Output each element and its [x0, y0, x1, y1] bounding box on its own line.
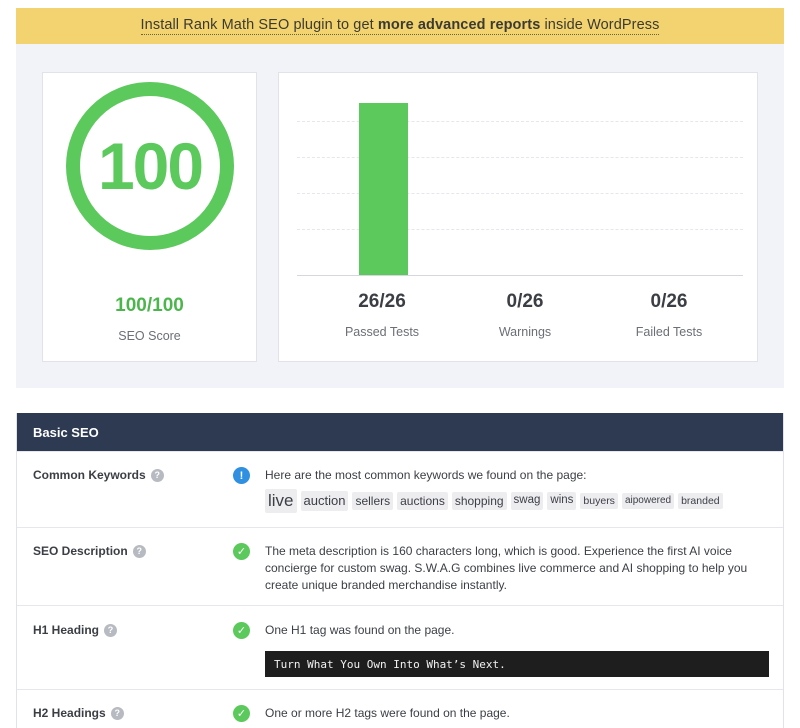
warnings-label: Warnings [498, 325, 552, 339]
row-label-text: H1 Heading [33, 623, 100, 637]
info-icon: ! [233, 467, 250, 484]
chart-baseline [297, 275, 743, 276]
check-icon: ✓ [233, 705, 250, 722]
help-icon[interactable]: ? [150, 468, 164, 482]
passed-tests-value: 26/26 [358, 291, 406, 312]
check-icon: ✓ [233, 543, 250, 560]
row-description: The meta description is 160 characters l… [265, 544, 748, 592]
keyword-tag: branded [678, 492, 723, 510]
test-results-chart [297, 95, 743, 277]
h1-code-block: Turn What You Own Into What’s Next. [265, 651, 769, 677]
score-value: 100/100 [115, 295, 184, 316]
seo-check-row: Common Keywords ? ! Here are the most co… [17, 451, 783, 527]
passed-tests-label: Passed Tests [344, 325, 420, 339]
failed-tests-metric: 0/26 Failed Tests [594, 291, 744, 339]
upgrade-banner[interactable]: Install Rank Math SEO plugin to get more… [16, 8, 784, 44]
banner-suffix: inside WordPress [540, 17, 660, 33]
chart-bar [358, 103, 408, 275]
stats-panel: 100 100/100 SEO Score 26/26 Passed Tests… [16, 44, 784, 388]
score-circle-value: 100 [97, 129, 204, 203]
warnings-metric: 0/26 Warnings [450, 291, 600, 339]
keyword-tag: buyers [580, 492, 618, 510]
row-label-text: Common Keywords [33, 468, 146, 482]
help-icon[interactable]: ? [110, 706, 124, 720]
failed-tests-value: 0/26 [650, 291, 688, 312]
row-description: One or more H2 tags were found on the pa… [265, 706, 510, 720]
seo-check-row: SEO Description ? ✓ The meta description… [17, 527, 783, 605]
seo-score-card: 100 100/100 SEO Score [42, 72, 257, 362]
seo-check-row: H1 Heading ? ✓ One H1 tag was found on t… [17, 605, 783, 689]
row-label-text: SEO Description [33, 544, 128, 558]
row-label-seo-description: SEO Description ? [33, 544, 146, 558]
keyword-list: live auction sellers auctions shopping swag wi… [265, 489, 723, 514]
section-title: Basic SEO [17, 413, 783, 451]
keyword-tag: swag [510, 492, 544, 511]
banner-prefix: Install Rank Math SEO plugin to get [140, 17, 378, 33]
test-results-card: 26/26 Passed Tests 0/26 Warnings 0/26 Fa… [278, 72, 758, 362]
passed-tests-metric: 26/26 Passed Tests [307, 291, 457, 339]
score-label: SEO Score [118, 329, 181, 343]
keyword-tag: auctions [397, 492, 448, 511]
warnings-value: 0/26 [506, 291, 544, 312]
row-label-h2-headings: H2 Headings ? [33, 706, 124, 720]
row-label-h1-heading: H1 Heading ? [33, 623, 118, 637]
seo-check-row: H2 Headings ? ✓ One or more H2 tags were… [17, 689, 783, 728]
row-label-common-keywords: Common Keywords ? [33, 468, 164, 482]
row-description: Here are the most common keywords we fou… [265, 468, 587, 482]
score-circle: 100 [66, 82, 234, 250]
help-icon[interactable]: ? [132, 544, 146, 558]
help-icon[interactable]: ? [104, 623, 118, 637]
basic-seo-section: Basic SEO Common Keywords ? ! Here are t… [16, 413, 784, 728]
banner-link[interactable]: Install Rank Math SEO plugin to get more… [140, 17, 660, 35]
keyword-tag: live [265, 489, 297, 514]
failed-tests-label: Failed Tests [635, 325, 703, 339]
keyword-tag: auction [300, 491, 349, 511]
keyword-tag: sellers [352, 492, 394, 511]
keyword-tag: shopping [451, 492, 507, 511]
row-label-text: H2 Headings [33, 706, 106, 720]
check-icon: ✓ [233, 622, 250, 639]
banner-bold-text: more advanced reports [377, 17, 541, 33]
row-description: One H1 tag was found on the page. [265, 623, 455, 637]
keyword-tag: aipowered [621, 493, 675, 510]
keyword-tag: wins [547, 492, 577, 511]
